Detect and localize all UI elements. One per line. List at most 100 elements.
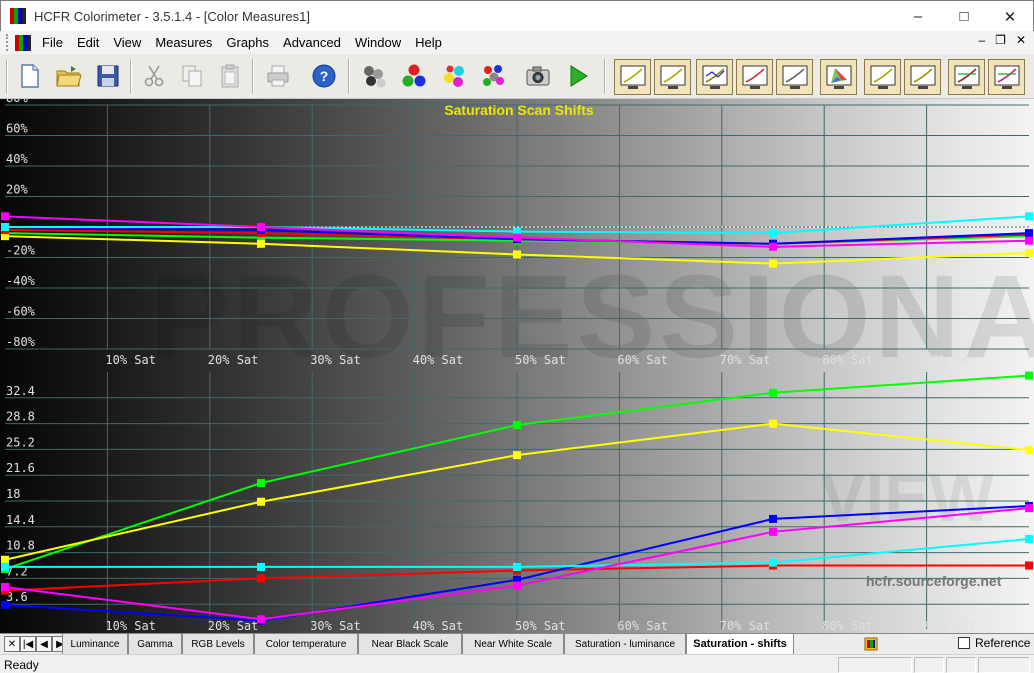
mdi-close-button[interactable]: ✕ [1016, 33, 1026, 47]
open-button[interactable] [52, 60, 84, 92]
tab-near-black-scale[interactable]: Near Black Scale [358, 634, 462, 654]
data-point [513, 421, 521, 430]
minimize-button[interactable]: – [895, 1, 941, 32]
menu-file[interactable]: File [35, 31, 70, 54]
app-tab-icon [864, 637, 878, 651]
previous-tab-button[interactable]: ◀ [36, 636, 52, 652]
tab-near-white-scale[interactable]: Near White Scale [462, 634, 564, 654]
y-tick-label: 10.8 [6, 539, 35, 553]
new-document-button[interactable] [14, 60, 46, 92]
y-tick-label: -80% [6, 335, 36, 349]
saturation-shifts-graph-button[interactable] [948, 59, 985, 95]
x-tick-label: 10% Sat [105, 353, 156, 367]
cie-diagram-button[interactable] [820, 59, 857, 95]
y-tick-label: 18 [6, 487, 20, 501]
gamma-graph-button[interactable] [654, 59, 691, 95]
toolbar-separator [348, 59, 350, 94]
y-tick-label: -60% [6, 305, 36, 319]
all-colors-icon [483, 65, 504, 86]
x-tick-label: 60% Sat [617, 353, 668, 367]
paste-button[interactable] [214, 60, 246, 92]
near-black-graph-icon [782, 65, 807, 89]
menu-view[interactable]: View [106, 31, 148, 54]
close-tab-button[interactable]: ✕ [4, 636, 20, 652]
near-white-graph-button[interactable] [864, 59, 901, 95]
measure-grayscale-button[interactable] [358, 60, 390, 92]
color-temperature-graph-button[interactable] [736, 59, 773, 95]
data-point [1025, 371, 1033, 380]
new-document-icon [21, 64, 39, 88]
status-panel [914, 657, 944, 673]
measures-graph-icon [994, 65, 1019, 89]
y-tick-label: 21.6 [6, 461, 35, 475]
cut-button[interactable] [138, 60, 170, 92]
x-tick-label: 30% Sat [310, 353, 361, 367]
play-button[interactable] [562, 60, 594, 92]
x-tick-label: 50% Sat [515, 353, 566, 367]
mdi-minimize-button[interactable]: – [978, 33, 985, 47]
data-point [769, 229, 777, 238]
measure-all-button[interactable] [478, 60, 510, 92]
tab-color-temperature[interactable]: Color temperature [254, 634, 358, 654]
data-point [769, 514, 777, 523]
menu-grip [6, 34, 10, 51]
reference-checkbox[interactable]: Reference [958, 636, 1030, 650]
x-tick-label: 90% Sat [925, 619, 976, 633]
tab-saturation-luminance[interactable]: Saturation - luminance [564, 634, 686, 654]
rgb-levels-graph-icon [702, 65, 727, 89]
chart-svg: 80% 60% 40% 20% -20% -40% -60% -80% Saturation S… [1, 99, 1033, 633]
close-button[interactable]: ✕ [987, 1, 1033, 32]
x-tick-label: 40% Sat [413, 353, 464, 367]
help-icon: ? [312, 64, 336, 88]
camera-button[interactable] [522, 60, 554, 92]
rgb-levels-graph-button[interactable] [696, 59, 733, 95]
menu-edit[interactable]: Edit [70, 31, 106, 54]
toolbar: ? [0, 54, 1034, 99]
y-tick-label: 20% [6, 183, 28, 197]
measures-graph-button[interactable] [988, 59, 1025, 95]
luminance-graph-button[interactable] [614, 59, 651, 95]
clipboard-icon [221, 64, 239, 88]
near-black-graph-button[interactable] [776, 59, 813, 95]
menu-help[interactable]: Help [408, 31, 449, 54]
document-icon[interactable] [15, 34, 31, 51]
first-tab-button[interactable]: |◀ [20, 636, 36, 652]
help-button[interactable]: ? [308, 60, 340, 92]
data-point [1, 583, 9, 591]
y-tick-label: 80% [6, 99, 28, 105]
save-button[interactable] [92, 60, 124, 92]
grayscale-balls-icon [364, 66, 386, 88]
menu-window[interactable]: Window [348, 31, 408, 54]
print-button[interactable] [262, 60, 294, 92]
color-temperature-graph-icon [742, 65, 767, 89]
status-panel [978, 657, 1030, 673]
data-point [513, 562, 521, 571]
measure-secondaries-button[interactable] [438, 60, 470, 92]
x-tick-label: 80% Sat [822, 353, 873, 367]
x-tick-label: 70% Sat [720, 353, 771, 367]
y-tick-label: -40% [6, 274, 36, 288]
menu-advanced[interactable]: Advanced [276, 31, 348, 54]
menu-bar: File Edit View Measures Graphs Advanced … [0, 31, 1034, 54]
tab-rgb-levels[interactable]: RGB Levels [182, 634, 254, 654]
mdi-restore-button[interactable]: ❐ [995, 33, 1006, 47]
saturation-luminance-graph-button[interactable] [904, 59, 941, 95]
tab-bar: ✕|◀◀▶▶| LuminanceGammaRGB LevelsColor te… [0, 633, 1034, 654]
measure-primaries-button[interactable] [398, 60, 430, 92]
y-tick-label: 14.4 [6, 513, 35, 527]
tab-saturation-shifts[interactable]: Saturation - shifts [686, 634, 794, 654]
tab-gamma[interactable]: Gamma [128, 634, 182, 654]
data-point [769, 388, 777, 397]
data-point [257, 497, 265, 506]
data-point [1025, 561, 1033, 570]
y-tick-label: 25.2 [6, 435, 35, 449]
copy-button[interactable] [176, 60, 208, 92]
menu-graphs[interactable]: Graphs [219, 31, 276, 54]
tab-luminance[interactable]: Luminance [62, 634, 128, 654]
data-point [513, 581, 521, 590]
x-tick-label: 40% Sat [413, 619, 464, 633]
maximize-button[interactable]: □ [941, 1, 987, 32]
gamma-graph-icon [660, 65, 685, 89]
menu-measures[interactable]: Measures [148, 31, 219, 54]
reference-checkbox-box[interactable] [958, 637, 970, 649]
